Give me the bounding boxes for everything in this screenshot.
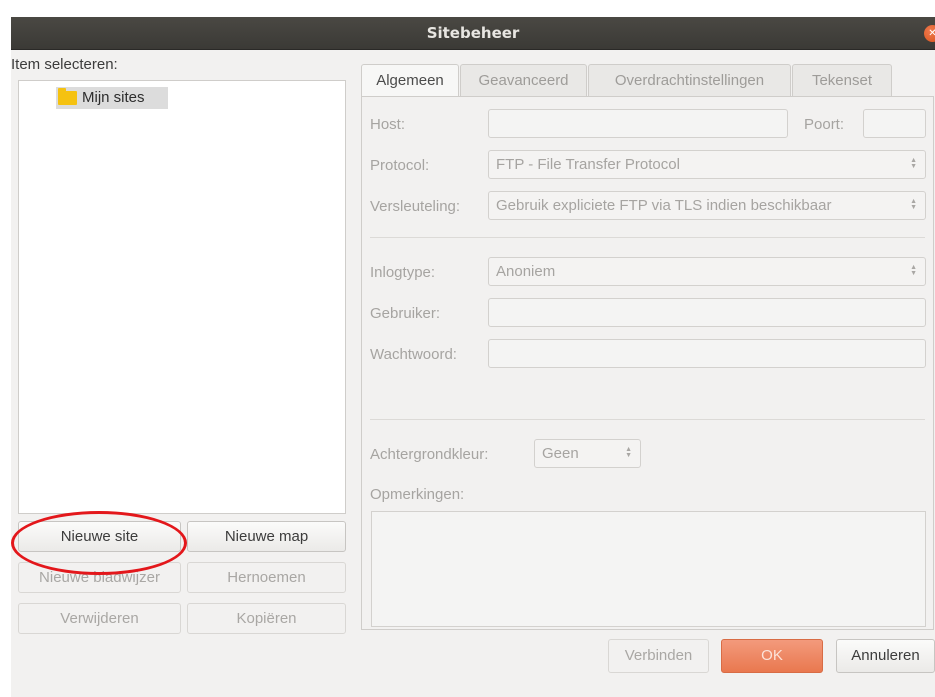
bgcolor-label: Achtergrondkleur:	[370, 446, 489, 463]
port-input[interactable]	[863, 109, 926, 138]
separator	[370, 419, 925, 420]
tab-charset[interactable]: Tekenset	[792, 64, 892, 97]
rename-button[interactable]: Hernoemen	[187, 562, 346, 593]
close-icon[interactable]: ✕	[924, 25, 935, 42]
folder-icon	[58, 88, 77, 105]
tab-general[interactable]: Algemeen	[361, 64, 459, 98]
spinner-icon: ▲ ▼	[910, 157, 917, 170]
spinner-icon: ▲ ▼	[910, 198, 917, 211]
tab-advanced[interactable]: Geavanceerd	[460, 64, 587, 97]
copy-button[interactable]: Kopiëren	[187, 603, 346, 634]
cancel-button[interactable]: Annuleren	[836, 639, 935, 673]
new-bookmark-button[interactable]: Nieuwe bladwijzer	[18, 562, 181, 593]
user-label: Gebruiker:	[370, 305, 441, 322]
protocol-select[interactable]: FTP - File Transfer Protocol ▲ ▼	[488, 150, 926, 179]
protocol-label: Protocol:	[370, 157, 430, 174]
tab-transfer-settings[interactable]: Overdrachtinstellingen	[588, 64, 791, 97]
encryption-value: Gebruik expliciete FTP via TLS indien be…	[496, 197, 832, 214]
new-site-button[interactable]: Nieuwe site	[18, 521, 181, 552]
general-panel: Host: Poort: Protocol: FTP - File Transf…	[361, 96, 934, 630]
logontype-value: Anoniem	[496, 263, 556, 280]
logontype-select[interactable]: Anoniem ▲ ▼	[488, 257, 926, 286]
separator	[370, 237, 925, 238]
password-input[interactable]	[488, 339, 926, 368]
password-label: Wachtwoord:	[370, 346, 457, 363]
spinner-icon: ▲ ▼	[910, 264, 917, 277]
logontype-label: Inlogtype:	[370, 264, 436, 281]
title-bar: Sitebeheer ✕	[11, 17, 935, 50]
delete-button[interactable]: Verwijderen	[18, 603, 181, 634]
comments-textarea[interactable]	[371, 511, 926, 627]
connect-button[interactable]: Verbinden	[608, 639, 709, 673]
protocol-value: FTP - File Transfer Protocol	[496, 156, 680, 173]
host-input[interactable]	[488, 109, 788, 138]
host-label: Host:	[370, 116, 406, 133]
site-tree[interactable]: Mijn sites	[18, 80, 346, 514]
tree-item-label: Mijn sites	[82, 89, 145, 106]
site-manager-dialog: Item selecteren: Mijn sites Nieuwe site …	[11, 50, 935, 697]
user-input[interactable]	[488, 298, 926, 327]
select-entry-label: Item selecteren:	[11, 56, 118, 73]
bgcolor-value: Geen	[542, 445, 579, 462]
encryption-select[interactable]: Gebruik expliciete FTP via TLS indien be…	[488, 191, 926, 220]
comments-label: Opmerkingen:	[370, 486, 465, 503]
ok-button[interactable]: OK	[721, 639, 823, 673]
window-title: Sitebeheer	[426, 24, 520, 42]
spinner-icon: ▲ ▼	[625, 446, 632, 459]
port-label: Poort:	[804, 116, 845, 133]
encryption-label: Versleuteling:	[370, 198, 461, 215]
bgcolor-select[interactable]: Geen ▲ ▼	[534, 439, 641, 468]
new-folder-button[interactable]: Nieuwe map	[187, 521, 346, 552]
tree-item-my-sites[interactable]: Mijn sites	[56, 87, 168, 109]
